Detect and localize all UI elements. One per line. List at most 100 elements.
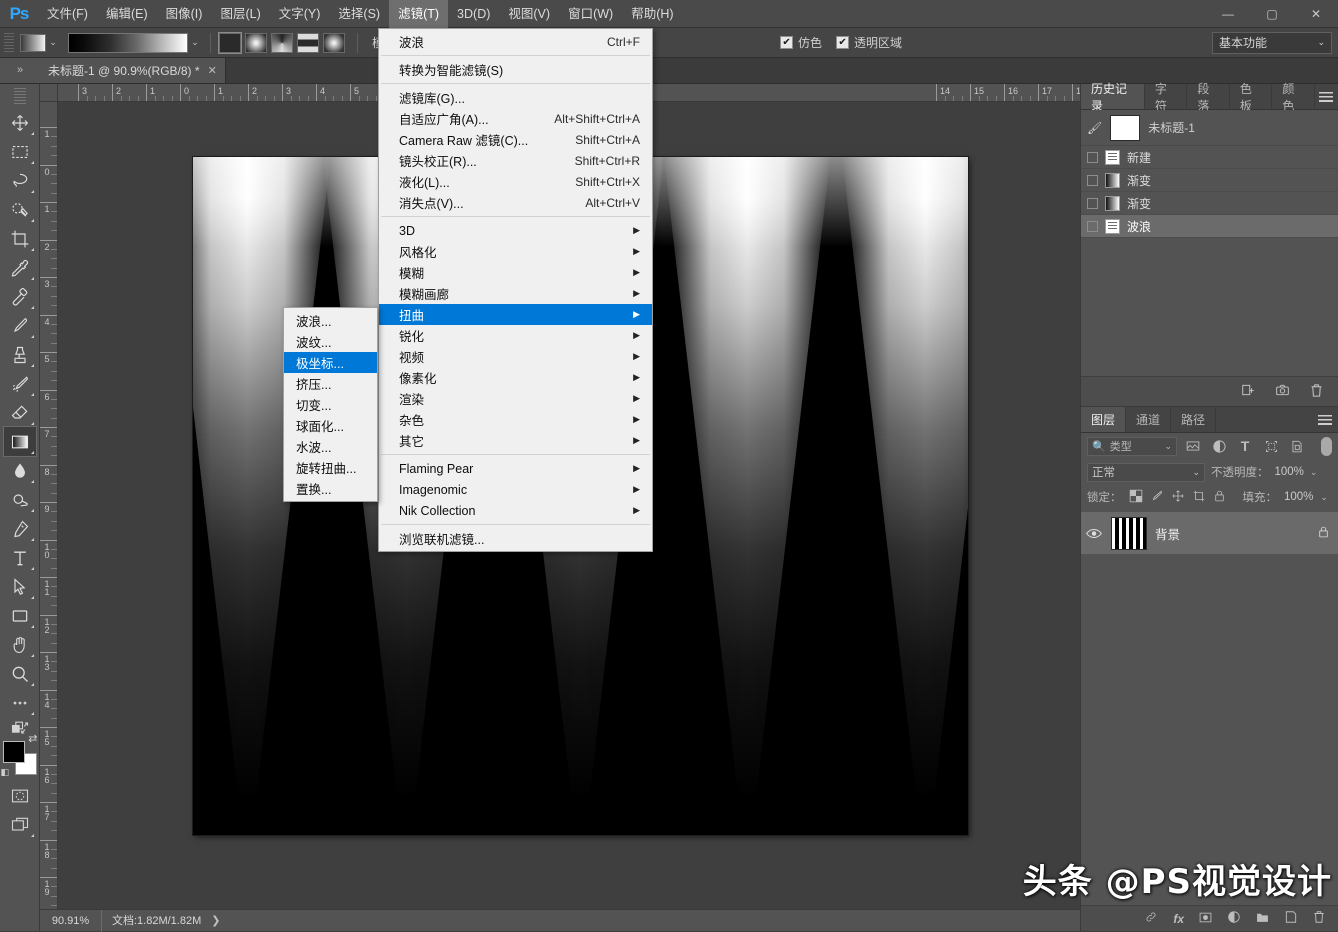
filter-menu-item-2-5[interactable]: 消失点(V)... Alt+Ctrl+V [379, 192, 652, 213]
zoom-level[interactable]: 90.91% [40, 909, 102, 932]
tab-3[interactable]: 色板 [1230, 82, 1273, 113]
gradient-tool[interactable] [2, 426, 37, 457]
filter-menu-item-2-3[interactable]: 镜头校正(R)... Shift+Ctrl+R [379, 150, 652, 171]
filter-menu-dropdown[interactable]: 波浪 Ctrl+F 转换为智能滤镜(S) 滤镜库(G)... 自适应广角(A)... Al… [378, 28, 653, 552]
distort-menu-item-0[interactable]: 波浪... [284, 310, 377, 331]
distort-menu-item-8[interactable]: 置换... [284, 478, 377, 499]
clone-stamp-tool[interactable] [4, 340, 36, 369]
foreground-color-swatch[interactable] [2, 741, 25, 763]
layer-row[interactable]: 背景 [1081, 512, 1338, 554]
tab-4[interactable]: 颜色 [1272, 82, 1315, 113]
vertical-ruler[interactable]: 101234567891011121314151617181920 [40, 102, 58, 909]
eye-icon[interactable] [1085, 528, 1103, 539]
workspace-switcher[interactable]: 基本功能 ⌄ [1212, 31, 1332, 54]
filter-menu-item-2-2[interactable]: Camera Raw 滤镜(C)... Shift+Ctrl+A [379, 129, 652, 150]
filter-menu-item-3-5[interactable]: 锐化 ▶ [379, 325, 652, 346]
menu-item-10[interactable]: 帮助(H) [622, 0, 682, 28]
close-button[interactable]: ✕ [1294, 0, 1338, 28]
hand-tool[interactable] [4, 630, 36, 659]
chevron-down-icon[interactable]: ⌄ [1320, 492, 1328, 503]
filter-menu-item-5-0[interactable]: 浏览联机滤镜... [379, 528, 652, 549]
tab-1[interactable]: 字符 [1145, 82, 1188, 113]
gradient-editor-bar[interactable] [68, 32, 188, 53]
menu-item-8[interactable]: 视图(V) [499, 0, 559, 28]
layer-filter-select[interactable]: 🔍 类型 ⌄ [1087, 436, 1177, 456]
lock-transparent-pixels-icon[interactable] [1129, 489, 1143, 506]
distort-menu-item-1[interactable]: 波纹... [284, 331, 377, 352]
screen-mode-toggle[interactable] [4, 810, 36, 839]
close-icon[interactable]: ✕ [208, 64, 217, 77]
history-brush-tool[interactable] [4, 369, 36, 398]
minimize-button[interactable]: — [1206, 0, 1250, 28]
filter-menu-item-4-0[interactable]: Flaming Pear ▶ [379, 458, 652, 479]
filter-menu-item-3-1[interactable]: 风格化 ▶ [379, 241, 652, 262]
distort-menu-item-3[interactable]: 挤压... [284, 373, 377, 394]
history-state-item[interactable]: 渐变 [1081, 169, 1338, 192]
swap-colors-icon[interactable]: ⇄ [28, 732, 37, 745]
gradient-picker-chevron-icon[interactable]: ⌄ [188, 37, 202, 48]
menu-item-9[interactable]: 窗口(W) [559, 0, 622, 28]
blur-tool[interactable] [4, 456, 36, 485]
type-tool[interactable] [4, 543, 36, 572]
marquee-tool[interactable] [4, 137, 36, 166]
status-expand-icon[interactable]: ❯ [211, 914, 220, 927]
linear-gradient-button[interactable] [218, 31, 242, 54]
blend-mode-select[interactable]: 正常 ⌄ [1087, 462, 1205, 482]
diamond-gradient-button[interactable] [323, 32, 345, 53]
history-brush-source-checkbox[interactable] [1087, 151, 1098, 163]
path-selection-tool[interactable] [4, 572, 36, 601]
filter-menu-item-3-9[interactable]: 杂色 ▶ [379, 409, 652, 430]
filter-menu-item-3-0[interactable]: 3D ▶ [379, 220, 652, 241]
new-group-icon[interactable] [1255, 911, 1270, 927]
quick-mask-toggle[interactable] [4, 781, 36, 810]
quick-selection-tool[interactable] [4, 195, 36, 224]
pen-tool[interactable] [4, 514, 36, 543]
filter-menu-item-3-3[interactable]: 模糊画廊 ▶ [379, 283, 652, 304]
options-bar-grip[interactable] [4, 32, 14, 53]
create-snapshot-icon[interactable] [1274, 383, 1291, 400]
tab-2[interactable]: 路径 [1171, 407, 1217, 432]
filter-smart-object-icon[interactable] [1287, 437, 1307, 456]
history-brush-source-checkbox[interactable] [1087, 197, 1098, 209]
history-state-item[interactable]: 渐变 [1081, 192, 1338, 215]
delete-state-icon[interactable] [1309, 383, 1324, 401]
lock-icon[interactable] [1317, 525, 1330, 542]
filter-type-icon[interactable]: T [1235, 437, 1255, 456]
filter-menu-item-4-1[interactable]: Imagenomic ▶ [379, 479, 652, 500]
history-state-item[interactable]: 新建 [1081, 146, 1338, 169]
menu-item-4[interactable]: 文字(Y) [270, 0, 330, 28]
history-brush-source-icon[interactable]: 🖌 [1087, 121, 1102, 135]
link-layers-icon[interactable] [1143, 911, 1159, 926]
radial-gradient-button[interactable] [245, 32, 267, 53]
filter-menu-item-0-0[interactable]: 波浪 Ctrl+F [379, 31, 652, 52]
opacity-value[interactable]: 100% [1275, 466, 1304, 478]
lock-position-icon[interactable] [1171, 489, 1185, 506]
lock-artboard-nesting-icon[interactable] [1192, 489, 1206, 506]
create-document-from-state-icon[interactable] [1240, 383, 1256, 400]
filter-menu-item-2-4[interactable]: 液化(L)... Shift+Ctrl+X [379, 171, 652, 192]
distort-menu-item-2[interactable]: 极坐标... [284, 352, 377, 373]
menu-item-0[interactable]: 文件(F) [38, 0, 97, 28]
rectangle-tool[interactable] [4, 601, 36, 630]
healing-brush-tool[interactable] [4, 282, 36, 311]
move-tool[interactable] [4, 108, 36, 137]
gradient-preset-swatch[interactable]: ⌄ [20, 33, 60, 52]
filter-toggle-switch[interactable] [1321, 436, 1332, 456]
filter-menu-item-4-2[interactable]: Nik Collection ▶ [379, 500, 652, 521]
foreground-background-colors[interactable]: ⇄ ◧ [1, 733, 38, 777]
new-layer-icon[interactable] [1284, 910, 1298, 927]
more-tools-button[interactable] [4, 688, 36, 717]
history-source-state[interactable]: 🖌 未标题-1 [1081, 110, 1338, 146]
dither-checkbox[interactable]: ✔ 仿色 [780, 34, 822, 51]
layer-style-icon[interactable]: fx [1173, 912, 1184, 926]
history-state-item[interactable]: 波浪 [1081, 215, 1338, 238]
distort-menu-item-6[interactable]: 水波... [284, 436, 377, 457]
angle-gradient-button[interactable] [271, 32, 293, 53]
dodge-tool[interactable] [4, 485, 36, 514]
history-brush-source-checkbox[interactable] [1087, 174, 1098, 186]
menu-item-5[interactable]: 选择(S) [329, 0, 389, 28]
menu-item-2[interactable]: 图像(I) [157, 0, 212, 28]
distort-menu-item-4[interactable]: 切变... [284, 394, 377, 415]
crop-tool[interactable] [4, 224, 36, 253]
filter-menu-item-3-4[interactable]: 扭曲 ▶ [379, 304, 652, 325]
